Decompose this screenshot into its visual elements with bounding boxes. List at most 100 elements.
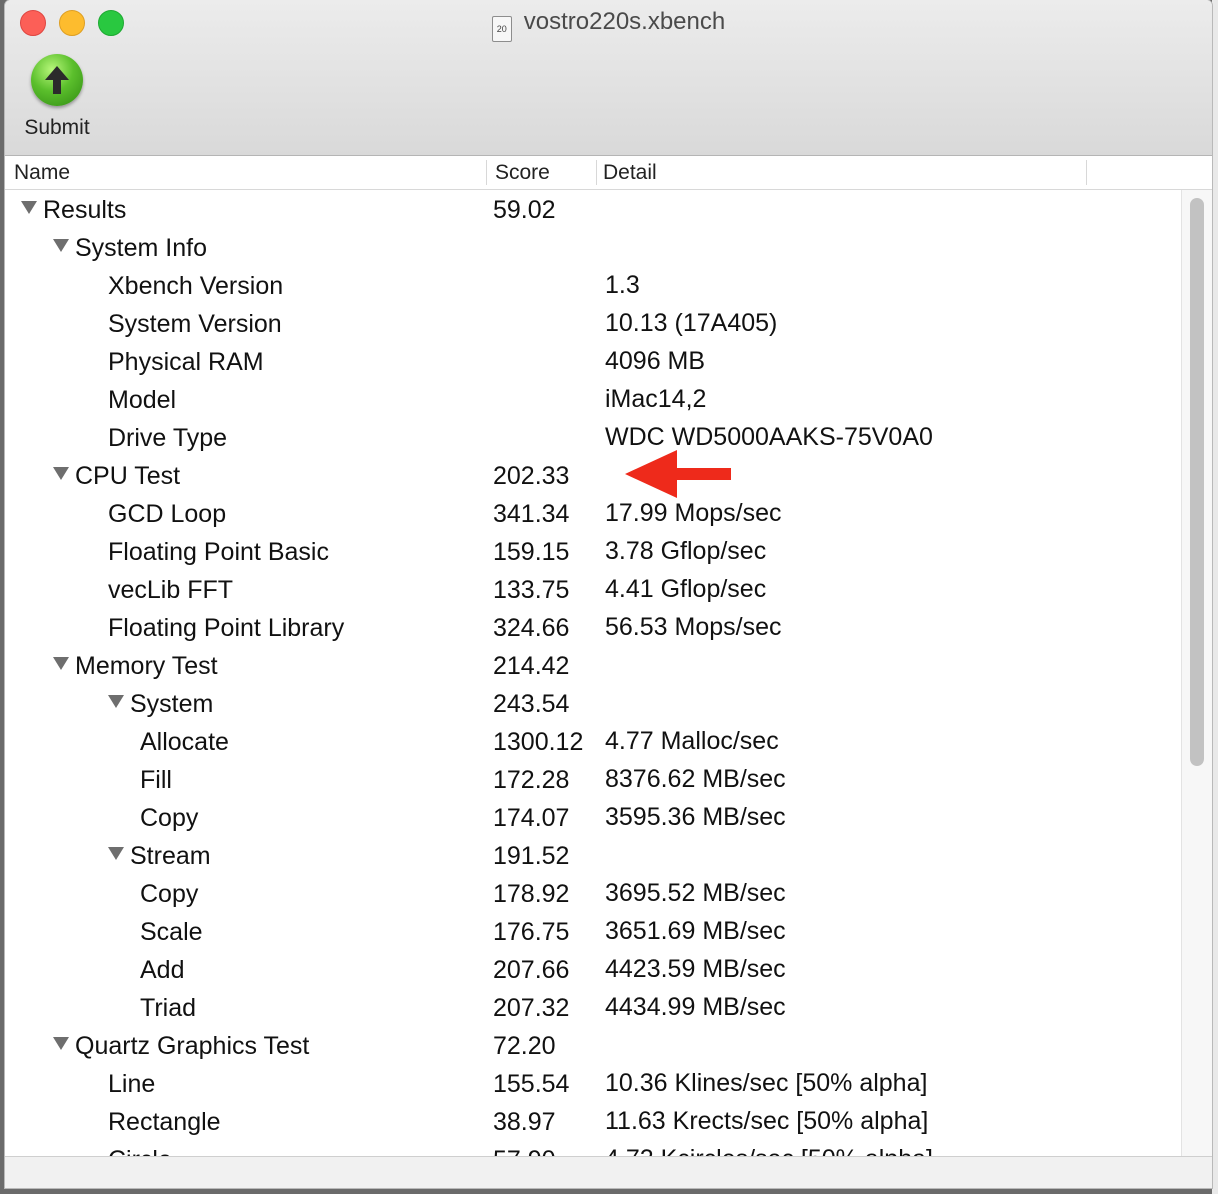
row-name-label: Copy [140,804,199,832]
outline-row[interactable]: Triad 207.32 4434.99 MB/sec [5,988,1181,1026]
titlebar: 20 vostro220s.xbench Submit [5,0,1212,156]
row-score: 176.75 [493,918,570,946]
row-detail: 11.63 Krects/sec [50% alpha] [605,1107,929,1135]
row-name-label: Line [108,1070,156,1098]
row-score: 72.20 [493,1032,556,1060]
row-detail: 10.36 Klines/sec [50% alpha] [605,1069,928,1097]
row-name: Triad [140,994,196,1023]
row-name: Fill [140,766,172,795]
disclosure-triangle-icon[interactable] [108,847,124,860]
row-detail: 8376.62 MB/sec [605,765,786,793]
outline-row[interactable]: Results 59.02 [5,190,1181,228]
outline-row[interactable]: Fill 172.28 8376.62 MB/sec [5,760,1181,798]
row-name: Copy [140,880,198,909]
outline-row[interactable]: Scale 176.75 3651.69 MB/sec [5,912,1181,950]
outline-row[interactable]: Add 207.66 4423.59 MB/sec [5,950,1181,988]
disclosure-triangle-icon[interactable] [53,657,69,670]
outline-row[interactable]: Physical RAM 4096 MB [5,342,1181,380]
row-name-label: Results [43,196,127,224]
desktop-background [1212,0,1218,1194]
outline-row[interactable]: System 243.54 [5,684,1181,722]
outline-row[interactable]: Circle 57.90 4.72 Kcircles/sec [50% alpha] [5,1140,1181,1156]
outline-row[interactable]: Model iMac14,2 [5,380,1181,418]
row-name: Copy [140,804,198,833]
row-detail: 3651.69 MB/sec [605,917,786,945]
row-detail: 3595.36 MB/sec [605,803,786,831]
row-name: Quartz Graphics Test [53,1032,309,1061]
row-name-label: Memory Test [75,652,218,680]
outline-row[interactable]: Memory Test 214.42 [5,646,1181,684]
row-name: Add [140,956,184,985]
outline-header: Name Score Detail [5,156,1212,190]
row-name-label: Floating Point Library [108,614,345,642]
row-name-label: System Info [75,234,207,262]
row-name-label: CPU Test [75,462,181,490]
disclosure-triangle-icon[interactable] [53,467,69,480]
submit-label: Submit [24,116,90,139]
outline-row[interactable]: System Version 10.13 (17A405) [5,304,1181,342]
row-name: Model [108,386,176,415]
disclosure-triangle-icon[interactable] [53,239,69,252]
row-score: 155.54 [493,1070,570,1098]
row-score: 207.66 [493,956,570,984]
vertical-scrollbar[interactable] [1181,190,1212,1156]
row-name-label: vecLib FFT [108,576,234,604]
outline-row[interactable]: Stream 191.52 [5,836,1181,874]
column-header-name[interactable]: Name [14,160,70,185]
row-score: 1300.12 [493,728,584,756]
row-score: 133.75 [493,576,570,604]
outline-row[interactable]: vecLib FFT 133.75 4.41 Gflop/sec [5,570,1181,608]
row-name-label: Drive Type [108,424,228,452]
disclosure-triangle-icon[interactable] [21,201,37,214]
red-arrow-path [625,450,731,498]
disclosure-triangle-icon[interactable] [108,695,124,708]
row-detail: 56.53 Mops/sec [605,613,782,641]
outline-row[interactable]: Allocate 1300.12 4.77 Malloc/sec [5,722,1181,760]
row-score: 172.28 [493,766,570,794]
outline-row[interactable]: System Info [5,228,1181,266]
row-name: Floating Point Library [108,614,344,643]
row-name-label: Model [108,386,177,414]
results-outline: Results 59.02 System Info Xbench Version 1.3… [5,190,1181,1156]
row-name-label: Stream [130,842,211,870]
outline-row[interactable]: Rectangle 38.97 11.63 Krects/sec [50% alph… [5,1102,1181,1140]
outline-row[interactable]: Copy 178.92 3695.52 MB/sec [5,874,1181,912]
row-name-label: Circle [108,1146,172,1156]
row-name: GCD Loop [108,500,226,529]
outline-row[interactable]: Floating Point Basic 159.15 3.78 Gflop/sec [5,532,1181,570]
column-header-detail[interactable]: Detail [596,160,1087,185]
row-name-label: Allocate [140,728,229,756]
row-name-label: System Version [108,310,282,338]
row-detail: 4423.59 MB/sec [605,955,786,983]
row-detail: 3695.52 MB/sec [605,879,786,907]
row-score: 207.32 [493,994,570,1022]
row-name: System [108,690,213,719]
row-name: Floating Point Basic [108,538,329,567]
outline-row[interactable]: GCD Loop 341.34 17.99 Mops/sec [5,494,1181,532]
row-name: Drive Type [108,424,227,453]
document-icon: 20 [491,16,512,42]
submit-button[interactable]: Submit [17,54,97,140]
row-name-label: Physical RAM [108,348,264,376]
disclosure-triangle-icon[interactable] [53,1037,69,1050]
row-score: 159.15 [493,538,570,566]
outline-row[interactable]: Copy 174.07 3595.36 MB/sec [5,798,1181,836]
outline-row[interactable]: CPU Test 202.33 [5,456,1181,494]
outline-row[interactable]: Floating Point Library 324.66 56.53 Mops/s… [5,608,1181,646]
row-name-label: Add [140,956,185,984]
row-name: CPU Test [53,462,180,491]
row-name: Circle [108,1146,172,1156]
row-name: System Info [53,234,207,263]
row-score: 178.92 [493,880,570,908]
column-header-score[interactable]: Score [486,160,550,185]
outline-row[interactable]: Xbench Version 1.3 [5,266,1181,304]
row-name: Allocate [140,728,229,757]
outline-row[interactable]: Drive Type WDC WD5000AAKS-75V0A0 [5,418,1181,456]
scroll-thumb[interactable] [1190,198,1204,766]
row-name: Rectangle [108,1108,221,1137]
row-name-label: Quartz Graphics Test [75,1032,310,1060]
outline-row[interactable]: Quartz Graphics Test 72.20 [5,1026,1181,1064]
row-name: Stream [108,842,211,871]
outline-row[interactable]: Line 155.54 10.36 Klines/sec [50% alpha] [5,1064,1181,1102]
row-name-label: GCD Loop [108,500,227,528]
